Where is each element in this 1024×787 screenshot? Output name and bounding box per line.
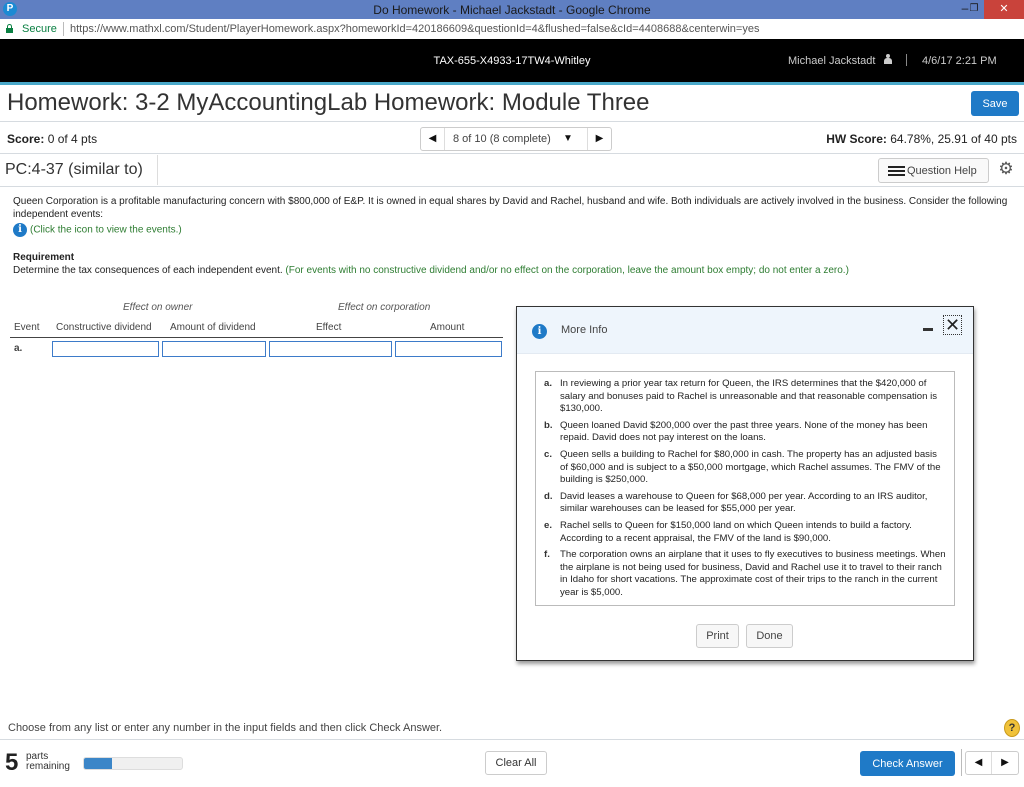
question-help-label: Question Help — [907, 165, 977, 177]
header-accent-line — [0, 82, 1024, 85]
gear-icon[interactable]: ⚙ — [997, 160, 1015, 178]
previous-question-button[interactable]: ◀ — [966, 752, 992, 774]
column-header-event: Event — [14, 322, 40, 333]
event-text: In reviewing a prior year tax return for… — [560, 378, 938, 415]
column-header-amount-of-dividend: Amount of dividend — [170, 322, 256, 333]
user-icon[interactable] — [884, 54, 892, 64]
hw-score: HW Score: 64.78%, 25.91 of 40 pts — [826, 132, 1017, 146]
dialog-header[interactable]: i More Info ✕ — [517, 307, 973, 354]
column-header-constructive-dividend: Constructive dividend — [56, 322, 152, 333]
question-selector[interactable]: 8 of 10 (8 complete) — [453, 133, 551, 145]
close-dialog-button[interactable]: ✕ — [943, 315, 962, 335]
event-letter: e. — [544, 519, 553, 531]
footer-divider — [961, 749, 962, 776]
group-header-corporation: Effect on corporation — [338, 302, 431, 313]
info-icon: i — [532, 324, 547, 339]
divider — [0, 121, 1024, 122]
info-icon[interactable]: i — [13, 223, 27, 237]
address-divider — [63, 22, 64, 36]
constructive-dividend-select[interactable] — [52, 341, 159, 357]
event-label-a: a. — [14, 343, 23, 354]
window-title: Do Homework - Michael Jackstadt - Google… — [373, 3, 651, 17]
parts-progress-bar — [83, 757, 183, 770]
divider — [0, 739, 1024, 740]
question-help-button[interactable]: Question Help — [878, 158, 989, 183]
divider — [0, 186, 1024, 187]
progress-fill — [84, 758, 113, 769]
question-intro: Queen Corporation is a profitable manufa… — [13, 196, 1008, 220]
event-text: Rachel sells to Queen for $150,000 land … — [560, 519, 912, 544]
next-question-button[interactable]: ▶ — [587, 128, 611, 150]
event-letter: c. — [544, 448, 553, 460]
event-item: d. David leases a warehouse to Queen for … — [544, 491, 946, 516]
lock-icon — [6, 24, 13, 33]
requirement-text: Determine the tax consequences of each i… — [13, 265, 849, 276]
url-text[interactable]: https://www.mathxl.com/Student/PlayerHom… — [70, 23, 759, 35]
dialog-title: More Info — [561, 324, 608, 336]
done-button[interactable]: Done — [746, 624, 793, 648]
parts-label-line2: remaining — [26, 761, 70, 772]
user-name[interactable]: Michael Jackstadt — [788, 55, 875, 67]
list-icon — [888, 166, 905, 176]
event-letter: a. — [544, 378, 553, 389]
corporation-effect-select[interactable] — [269, 341, 392, 357]
divider — [157, 155, 158, 185]
events-list: a. In reviewing a prior year tax return f… — [535, 371, 955, 606]
caret-down-icon[interactable]: ▼ — [563, 133, 573, 144]
clear-all-button[interactable]: Clear All — [485, 751, 547, 775]
requirement-note: (For events with no constructive dividen… — [285, 265, 849, 276]
more-info-dialog: i More Info ✕ a. In reviewing a prior yea… — [516, 306, 974, 661]
check-answer-button[interactable]: Check Answer — [860, 751, 955, 776]
restore-window-button[interactable]: ❐ — [967, 0, 981, 19]
footer-instruction: Choose from any list or enter any number… — [8, 722, 443, 734]
event-letter: b. — [544, 419, 553, 431]
parts-remaining-label: parts remaining — [26, 752, 70, 772]
event-item: a. In reviewing a prior year tax return f… — [544, 378, 946, 416]
previous-question-button[interactable]: ◀ — [421, 128, 445, 150]
event-text: Queen loaned David $200,000 over the pas… — [560, 419, 928, 444]
score-value: 0 of 4 pts — [47, 132, 98, 146]
event-item: e. Rachel sells to Queen for $150,000 lan… — [544, 520, 946, 545]
view-events-text[interactable]: (Click the icon to view the events.) — [30, 225, 182, 236]
requirement-instruction: Determine the tax consequences of each i… — [13, 265, 283, 276]
hw-score-value: 64.78%, 25.91 of 40 pts — [890, 132, 1017, 146]
hw-score-label: HW Score: — [826, 132, 887, 146]
save-button[interactable]: Save — [971, 91, 1019, 116]
problem-title: PC:4-37 (similar to) — [5, 161, 143, 178]
table-header-rule — [10, 337, 503, 338]
event-letter: d. — [544, 490, 553, 502]
course-header: TAX-655-X4933-17TW4-Whitley Michael Jack… — [0, 39, 1024, 82]
parts-remaining-count: 5 — [5, 749, 19, 776]
footer-question-nav: ◀ ▶ — [965, 751, 1019, 775]
score: Score: 0 of 4 pts — [7, 132, 97, 146]
minimize-dialog-button[interactable] — [923, 328, 933, 331]
event-text: The corporation owns an airplane that it… — [560, 549, 946, 598]
event-letter: f. — [544, 549, 550, 561]
column-header-amount: Amount — [430, 322, 465, 333]
requirement-heading: Requirement — [13, 252, 75, 263]
print-button[interactable]: Print — [696, 624, 739, 648]
score-label: Score: — [7, 132, 45, 146]
divider — [0, 153, 1024, 154]
amount-of-dividend-input[interactable] — [162, 341, 266, 357]
address-bar[interactable]: Secure https://www.mathxl.com/Student/Pl… — [0, 19, 1024, 39]
event-item: c. Queen sells a building to Rachel for $… — [544, 449, 946, 487]
event-text: David leases a warehouse to Queen for $6… — [560, 490, 928, 515]
group-header-owner: Effect on owner — [123, 302, 193, 313]
column-header-effect: Effect — [316, 322, 342, 333]
event-text: Queen sells a building to Rachel for $80… — [560, 448, 941, 486]
secure-label: Secure — [22, 23, 57, 35]
event-item: b. Queen loaned David $200,000 over the p… — [544, 420, 946, 445]
header-divider — [906, 54, 907, 66]
next-question-button[interactable]: ▶ — [992, 752, 1018, 774]
page-title: Homework: 3-2 MyAccountingLab Homework: … — [7, 89, 650, 116]
corporation-amount-input[interactable] — [395, 341, 502, 357]
view-events-link[interactable]: i (Click the icon to view the events.) — [13, 223, 182, 237]
question-navigator: ◀ 8 of 10 (8 complete) ▼ ▶ — [420, 127, 612, 151]
event-item: f. The corporation owns an airplane that … — [544, 549, 946, 599]
datetime: 4/6/17 2:21 PM — [922, 55, 997, 67]
browser-title-bar: P Do Homework - Michael Jackstadt - Goog… — [0, 0, 1024, 19]
close-window-button[interactable]: ✕ — [984, 0, 1024, 19]
help-icon[interactable]: ? — [1004, 719, 1020, 737]
